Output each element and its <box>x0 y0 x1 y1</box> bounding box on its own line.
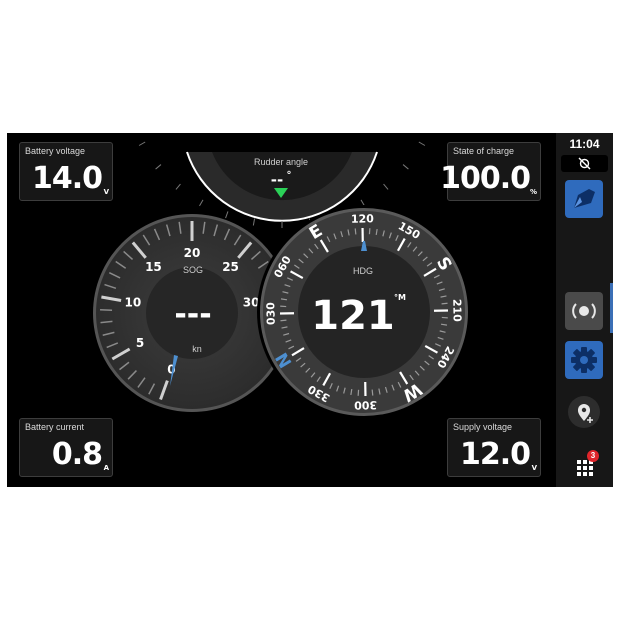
hdg-unit: °M <box>394 293 406 302</box>
state-of-charge-value: 100.0 <box>440 161 531 196</box>
battery-current-unit: A <box>103 464 109 472</box>
battery-voltage-unit: V <box>103 188 109 196</box>
rudder-tick <box>225 211 229 219</box>
battery-current-label: Battery current <box>25 422 85 432</box>
grid-dot <box>577 466 581 470</box>
supply-voltage-tile[interactable]: Supply voltage 12.0 V <box>447 418 541 477</box>
sidebar: 11:04 3 <box>556 133 613 487</box>
sog-value: --- <box>174 297 211 332</box>
boat-app-icon <box>574 189 595 208</box>
grid-dot <box>583 466 587 470</box>
battery-current-value: 0.8 <box>51 437 103 472</box>
battery-current-tile[interactable]: Battery current 0.8 A <box>19 418 113 477</box>
sidebar-active-edge <box>610 283 613 333</box>
battery-voltage-value: 14.0 <box>31 161 103 196</box>
settings-gear-icon <box>571 347 597 373</box>
settings-button[interactable] <box>565 341 603 379</box>
sog-scale-label: 5 <box>136 336 144 350</box>
rudder-tick <box>383 183 389 190</box>
add-waypoint-button[interactable] <box>565 393 603 431</box>
sog-unit: kn <box>192 344 202 354</box>
battery-voltage-label: Battery voltage <box>25 146 86 156</box>
dashboard-area: Rudder angle -- ° 0 5 10 15 20 25 30 SOG --- k… <box>7 133 556 487</box>
notification-badge: 3 <box>587 450 599 462</box>
rudder-tick <box>155 164 162 170</box>
rudder-tick <box>360 199 365 207</box>
sog-scale-label: 25 <box>222 260 239 274</box>
rudder-unit: ° <box>287 170 292 181</box>
rudder-tick <box>138 141 146 146</box>
grid-dot <box>577 472 581 476</box>
compass-degree-label: 030 <box>264 302 277 326</box>
supply-voltage-label: Supply voltage <box>453 422 513 432</box>
hdg-compass: 030060120150210240300330NESW HDG 121 °M <box>257 205 471 419</box>
rudder-tick <box>418 141 426 146</box>
hdg-value: 121 <box>311 293 395 339</box>
supply-voltage-unit: V <box>531 464 537 472</box>
compass-tick <box>354 228 357 235</box>
sog-label: SOG <box>183 265 203 275</box>
rudder-tick <box>199 199 204 207</box>
grid-dot <box>589 466 593 470</box>
grid-dot <box>583 472 587 476</box>
compass-tick <box>371 389 374 396</box>
grid-dot <box>589 472 593 476</box>
compass-tick <box>441 302 448 305</box>
compass-tick <box>280 319 287 322</box>
sog-scale-label: 30 <box>243 296 260 310</box>
rudder-label: Rudder angle <box>254 157 308 167</box>
state-of-charge-tile[interactable]: State of charge 100.0 % <box>440 142 541 201</box>
rudder-value: -- <box>271 171 283 189</box>
rudder-tick <box>175 183 181 190</box>
boat-app-button[interactable] <box>565 180 603 218</box>
compass-degree-label: 120 <box>351 212 375 225</box>
rudder-tick <box>402 164 409 170</box>
sonar-icon <box>572 303 596 319</box>
grid-dot <box>577 460 581 464</box>
supply-voltage-value: 12.0 <box>459 437 531 472</box>
sync-off-icon <box>578 157 591 170</box>
sog-scale-label: 20 <box>184 246 201 260</box>
sog-scale-label: 15 <box>145 260 162 274</box>
add-waypoint-icon <box>568 396 600 428</box>
clock: 11:04 <box>569 137 600 151</box>
grid-dot <box>583 460 587 464</box>
rudder-tick <box>252 218 256 226</box>
hdg-label: HDG <box>353 266 373 276</box>
compass-degree-label: 300 <box>354 398 378 411</box>
compass-degree-label: 210 <box>450 299 463 323</box>
sync-status[interactable] <box>561 155 608 172</box>
sonar-button[interactable] <box>565 292 603 330</box>
state-of-charge-unit: % <box>529 188 537 196</box>
battery-voltage-tile[interactable]: Battery voltage 14.0 V <box>19 142 113 201</box>
display-screen: Rudder angle -- ° 0 5 10 15 20 25 30 SOG --- k… <box>7 133 613 487</box>
state-of-charge-label: State of charge <box>453 146 515 156</box>
sog-scale-label: 10 <box>125 296 142 310</box>
